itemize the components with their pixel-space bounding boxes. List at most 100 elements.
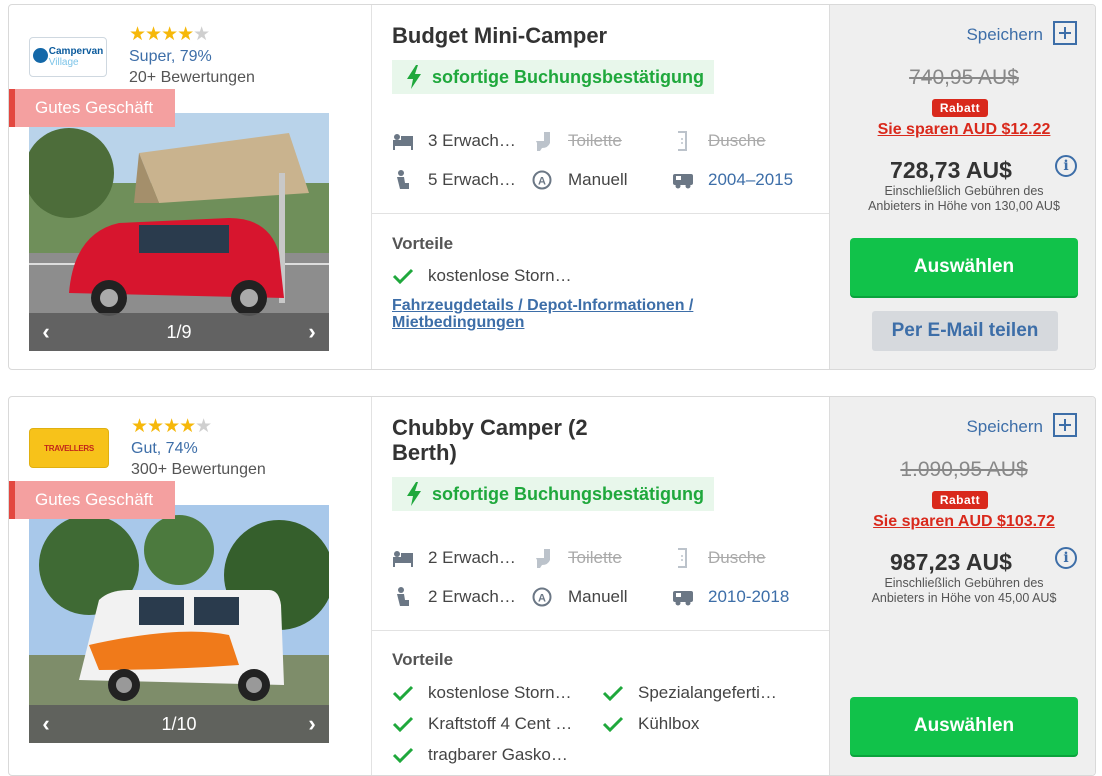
spec-toilet-text: Toilette <box>568 548 622 567</box>
add-to-list-icon <box>1053 21 1077 45</box>
advantages-heading: Vorteile <box>392 650 454 669</box>
reviews-count[interactable]: 20+ Bewertungen <box>129 68 255 88</box>
savings-amount[interactable]: Sie sparen AUD $12.22 <box>830 121 1095 139</box>
spec-transmission-text: Manuell <box>568 587 628 606</box>
listing-left-column: Campervan Village ★★★★★ Super, 79% 20+ Be… <box>9 5 371 369</box>
lightning-icon <box>407 482 421 506</box>
advantages-heading: Vorteile <box>392 234 454 253</box>
check-icon <box>392 747 414 764</box>
sleeping-adults-icon <box>393 134 413 150</box>
rating-text: Super, 79% <box>129 48 212 65</box>
logo-subtext: Village <box>48 57 79 68</box>
photo-navigation: ‹ 1/9 › <box>29 313 329 351</box>
add-to-list-icon <box>1053 413 1077 437</box>
automatic-transmission-icon: A <box>532 587 552 607</box>
rating-stars: ★★★★★ <box>129 24 210 45</box>
advantage-text: kostenlose Storn… <box>428 266 572 285</box>
check-icon <box>392 268 414 285</box>
spec-years-text: 2004–2015 <box>708 170 794 189</box>
vehicle-title-line2: Berth) <box>392 440 457 465</box>
good-deal-badge: Gutes Geschäft <box>9 481 175 519</box>
listing-price-column: Speichern 1.090,95 AU$ Rabatt Sie sparen… <box>829 397 1095 775</box>
discount-badge: Rabatt <box>932 99 988 117</box>
fees-note: Einschließlich Gebühren des Anbieters in… <box>871 576 1057 605</box>
good-deal-badge: Gutes Geschäft <box>9 89 175 127</box>
vehicle-details-link[interactable]: Fahrzeugdetails / Depot-Informationen / … <box>392 297 752 331</box>
shower-icon <box>678 131 687 151</box>
check-icon <box>602 685 624 702</box>
advantage-text: Kühlbox <box>638 714 700 733</box>
instant-confirmation-text: sofortige Buchungsbestätigung <box>432 484 704 504</box>
listing-middle-column: Budget Mini-Camper sofortige Buchungsbes… <box>371 5 830 369</box>
spec-adults-text: 2 Erwach… <box>428 548 516 567</box>
svg-text:A: A <box>538 593 546 605</box>
discount-badge: Rabatt <box>932 491 988 509</box>
advantage-text: Kraftstoff 4 Cent … <box>428 714 573 733</box>
check-icon <box>392 685 414 702</box>
rating-text: Gut, 74% <box>131 440 198 457</box>
logo-text: TRAVELLERS <box>44 443 94 453</box>
save-label: Speichern <box>966 25 1043 44</box>
automatic-transmission-icon: A <box>532 170 552 190</box>
save-button[interactable]: Speichern <box>957 21 1077 47</box>
fees-note: Einschließlich Gebühren des Anbieters in… <box>868 184 1060 213</box>
spec-shower-text: Dusche <box>708 131 766 150</box>
info-icon[interactable]: i <box>1055 547 1077 569</box>
savings-amount[interactable]: Sie sparen AUD $103.72 <box>830 513 1095 531</box>
star-filled-icon: ★★★★ <box>131 416 196 437</box>
spec-years-text: 2010-2018 <box>708 587 790 606</box>
reviews-count[interactable]: 300+ Bewertungen <box>131 460 266 480</box>
rating-stars: ★★★★★ <box>131 416 212 437</box>
lightning-icon <box>407 65 421 89</box>
star-filled-icon: ★★★★ <box>129 24 194 45</box>
total-price: 728,73 AU$ <box>890 157 1012 183</box>
check-icon <box>392 716 414 733</box>
next-photo-icon[interactable]: › <box>297 313 327 351</box>
original-price: 740,95 AU$ <box>909 66 1019 89</box>
instant-confirmation-text: sofortige Buchungsbestätigung <box>432 67 704 87</box>
vehicle-title[interactable]: Chubby Camper (2 Berth) <box>392 415 588 465</box>
next-photo-icon[interactable]: › <box>297 705 327 743</box>
select-button[interactable]: Auswählen <box>850 238 1078 296</box>
advantage-text: Spezialangeferti… <box>638 683 777 702</box>
vehicle-photo[interactable]: ‹ 1/9 › <box>29 113 329 351</box>
advantage-text: kostenlose Storn… <box>428 683 572 702</box>
spec-adults-text: 3 Erwach… <box>428 131 516 150</box>
logo-text: Campervan <box>48 46 104 57</box>
toilet-icon <box>536 549 550 568</box>
spec-seats-text: 5 Erwach… <box>428 170 516 189</box>
listing-card: Campervan Village ★★★★★ Super, 79% 20+ Be… <box>8 4 1096 370</box>
photo-counter: 1/10 <box>161 714 197 734</box>
vehicle-photo[interactable]: ‹ 1/10 › <box>29 505 329 743</box>
save-label: Speichern <box>966 417 1043 436</box>
listing-left-column: TRAVELLERS ★★★★★ Gut, 74% 300+ Bewertung… <box>9 397 371 775</box>
original-price: 1.090,95 AU$ <box>900 458 1028 481</box>
shower-icon <box>678 548 687 568</box>
select-button[interactable]: Auswählen <box>850 697 1078 755</box>
photo-navigation: ‹ 1/10 › <box>29 705 329 743</box>
vehicle-title-text: Budget Mini-Camper <box>392 23 608 48</box>
listing-middle-column: Chubby Camper (2 Berth) sofortige Buchun… <box>371 397 830 775</box>
instant-confirmation-badge: sofortige Buchungsbestätigung <box>392 60 714 94</box>
sleeping-adults-icon <box>393 551 413 567</box>
star-empty-icon: ★ <box>195 416 212 437</box>
info-icon[interactable]: i <box>1055 155 1077 177</box>
camper-year-icon <box>673 591 693 606</box>
camper-year-icon <box>673 174 693 189</box>
share-email-button[interactable]: Per E-Mail teilen <box>872 311 1058 351</box>
listing-price-column: Speichern 740,95 AU$ Rabatt Sie sparen A… <box>829 5 1095 369</box>
check-icon <box>602 716 624 733</box>
section-divider <box>372 630 830 631</box>
listing-card: TRAVELLERS ★★★★★ Gut, 74% 300+ Bewertung… <box>8 396 1096 776</box>
instant-confirmation-badge: sofortige Buchungsbestätigung <box>392 477 714 511</box>
advantage-text: tragbarer Gasko… <box>428 745 568 764</box>
vehicle-title[interactable]: Budget Mini-Camper <box>392 23 607 48</box>
spec-seats-text: 2 Erwach… <box>428 587 516 606</box>
save-button[interactable]: Speichern <box>957 413 1077 439</box>
supplier-logo: TRAVELLERS <box>29 428 109 468</box>
spec-transmission-text: Manuell <box>568 170 628 189</box>
globe-icon <box>32 48 48 63</box>
toilet-icon <box>536 132 550 151</box>
spec-shower-text: Dusche <box>708 548 766 567</box>
section-divider <box>372 213 830 214</box>
